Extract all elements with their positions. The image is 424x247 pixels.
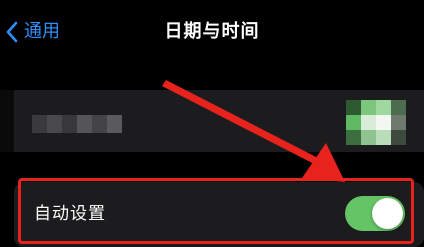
pixelated-label [32, 115, 122, 133]
row-edge [0, 90, 14, 152]
auto-set-toggle[interactable] [345, 196, 405, 231]
date-time-settings-screen: 通用 日期与时间 自动设置 [0, 0, 424, 247]
auto-set-label: 自动设置 [34, 204, 106, 224]
toggle-knob [372, 198, 403, 229]
pixelated-toggle [346, 100, 406, 145]
page-title: 日期与时间 [164, 21, 260, 42]
